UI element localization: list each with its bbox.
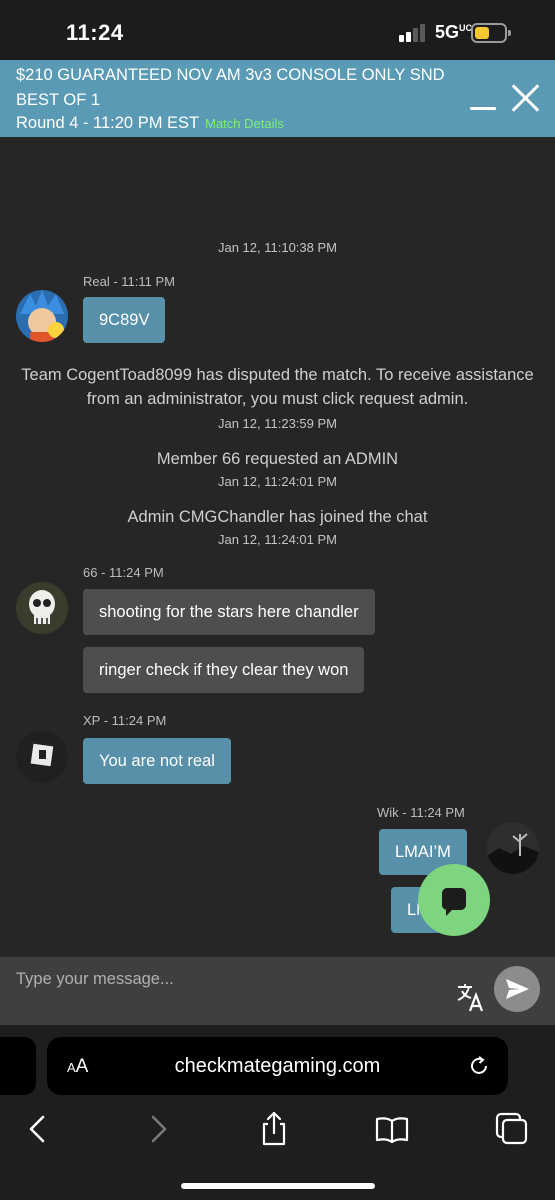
- minimize-button[interactable]: [470, 82, 498, 112]
- browser-url-area: AA checkmategaming.com: [0, 1025, 555, 1095]
- status-time: 11:24: [66, 20, 124, 45]
- reload-icon[interactable]: [467, 1054, 491, 1078]
- message-sender: 66 - 11:24 PM: [83, 565, 164, 580]
- tabs-icon[interactable]: [494, 1111, 530, 1147]
- goku-avatar[interactable]: [16, 290, 68, 342]
- system-message: Admin CMGChandler has joined the chat: [127, 508, 428, 526]
- home-indicator[interactable]: [181, 1183, 375, 1189]
- network-label: 5GUC: [435, 22, 472, 43]
- message-sender: XP - 11:24 PM: [83, 713, 167, 728]
- match-title: $210 GUARANTEED NOV AM 3v3 CONSOLE ONLY …: [16, 66, 445, 109]
- match-header: $210 GUARANTEED NOV AM 3v3 CONSOLE ONLY …: [0, 60, 555, 137]
- translate-icon[interactable]: [455, 981, 487, 1013]
- battery-level: [475, 27, 489, 39]
- battery-tip: [508, 30, 511, 36]
- battery-icon: [471, 23, 511, 43]
- dark-avatar[interactable]: [16, 731, 68, 783]
- match-details-link[interactable]: Match Details: [205, 116, 284, 131]
- chat-bubble[interactable]: ringer check if they clear they won: [83, 647, 365, 693]
- chat-bubble[interactable]: shooting for the stars here chandler: [83, 589, 375, 635]
- message-sender: Wik - 11:24 PM: [377, 805, 465, 820]
- timestamp: Jan 12, 11:24:01 PM: [217, 532, 337, 547]
- chat-fab-button[interactable]: [418, 864, 490, 936]
- url-text: checkmategaming.com: [174, 1055, 381, 1077]
- close-button[interactable]: [510, 82, 542, 114]
- network-type: 5G: [435, 22, 460, 42]
- system-message: Team CogentToad8099 has disputed the mat…: [21, 366, 534, 408]
- signal-icon: [399, 24, 429, 42]
- chat-bubble-icon: [442, 888, 466, 916]
- address-bar[interactable]: AA checkmategaming.com: [47, 1037, 508, 1095]
- forward-icon[interactable]: [140, 1111, 176, 1147]
- match-round: Round 4 - 11:20 PM EST: [16, 114, 200, 132]
- message-input-bar: [0, 957, 555, 1025]
- send-icon: [506, 979, 529, 999]
- message-input[interactable]: [16, 963, 436, 995]
- timestamp: Jan 12, 11:24:01 PM: [217, 474, 337, 489]
- status-bar: 11:24 5GUC: [0, 0, 555, 60]
- timestamp: Jan 12, 11:23:59 PM: [217, 416, 337, 431]
- send-button[interactable]: [494, 966, 540, 1012]
- match-round-line: Round 4 - 11:20 PM EST Match Details: [16, 112, 284, 135]
- landscape-avatar[interactable]: [487, 822, 539, 874]
- timestamp: Jan 12, 11:10:38 PM: [217, 240, 337, 255]
- back-icon[interactable]: [20, 1111, 56, 1147]
- system-message: Member 66 requested an ADMIN: [156, 450, 399, 468]
- browser-toolbar: [0, 1095, 555, 1200]
- chat-bubble[interactable]: 9C89V: [83, 297, 166, 343]
- message-sender: Real - 11:11 PM: [83, 274, 176, 289]
- chat-bubble[interactable]: You are not real: [83, 738, 231, 784]
- skull-avatar[interactable]: [16, 582, 68, 634]
- bookmarks-icon[interactable]: [374, 1111, 410, 1147]
- share-icon[interactable]: [256, 1111, 292, 1147]
- previous-tab-peek[interactable]: [0, 1037, 36, 1095]
